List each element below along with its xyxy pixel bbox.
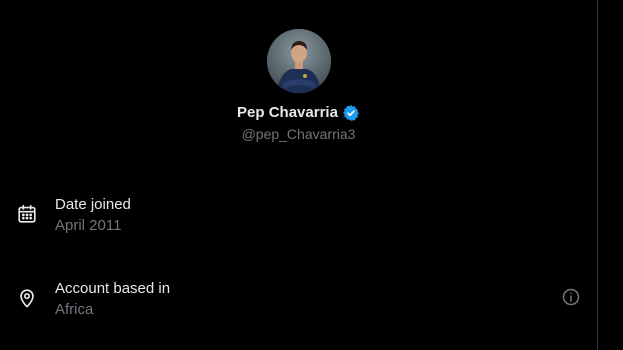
display-name: Pep Chavarria — [237, 104, 338, 121]
account-based-in-row: Account based in Africa — [0, 279, 597, 323]
verified-badge-icon — [342, 104, 360, 122]
account-based-in-label: Account based in — [55, 280, 171, 297]
user-handle: @pep_Chavarria3 — [241, 126, 356, 142]
date-joined-row: Date joined April 2011 — [0, 195, 597, 239]
column-divider — [597, 0, 598, 350]
calendar-icon — [16, 203, 38, 225]
date-joined-value: April 2011 — [55, 217, 122, 234]
profile-header: Pep Chavarria @pep_Chavarria3 — [0, 29, 597, 143]
name-row: Pep Chavarria — [237, 103, 360, 123]
account-based-in-value: Africa — [55, 301, 94, 318]
avatar[interactable] — [266, 29, 331, 93]
location-pin-icon — [16, 287, 38, 309]
avatar-photo — [266, 29, 331, 93]
info-icon[interactable] — [561, 287, 581, 307]
date-joined-label: Date joined — [55, 196, 131, 213]
